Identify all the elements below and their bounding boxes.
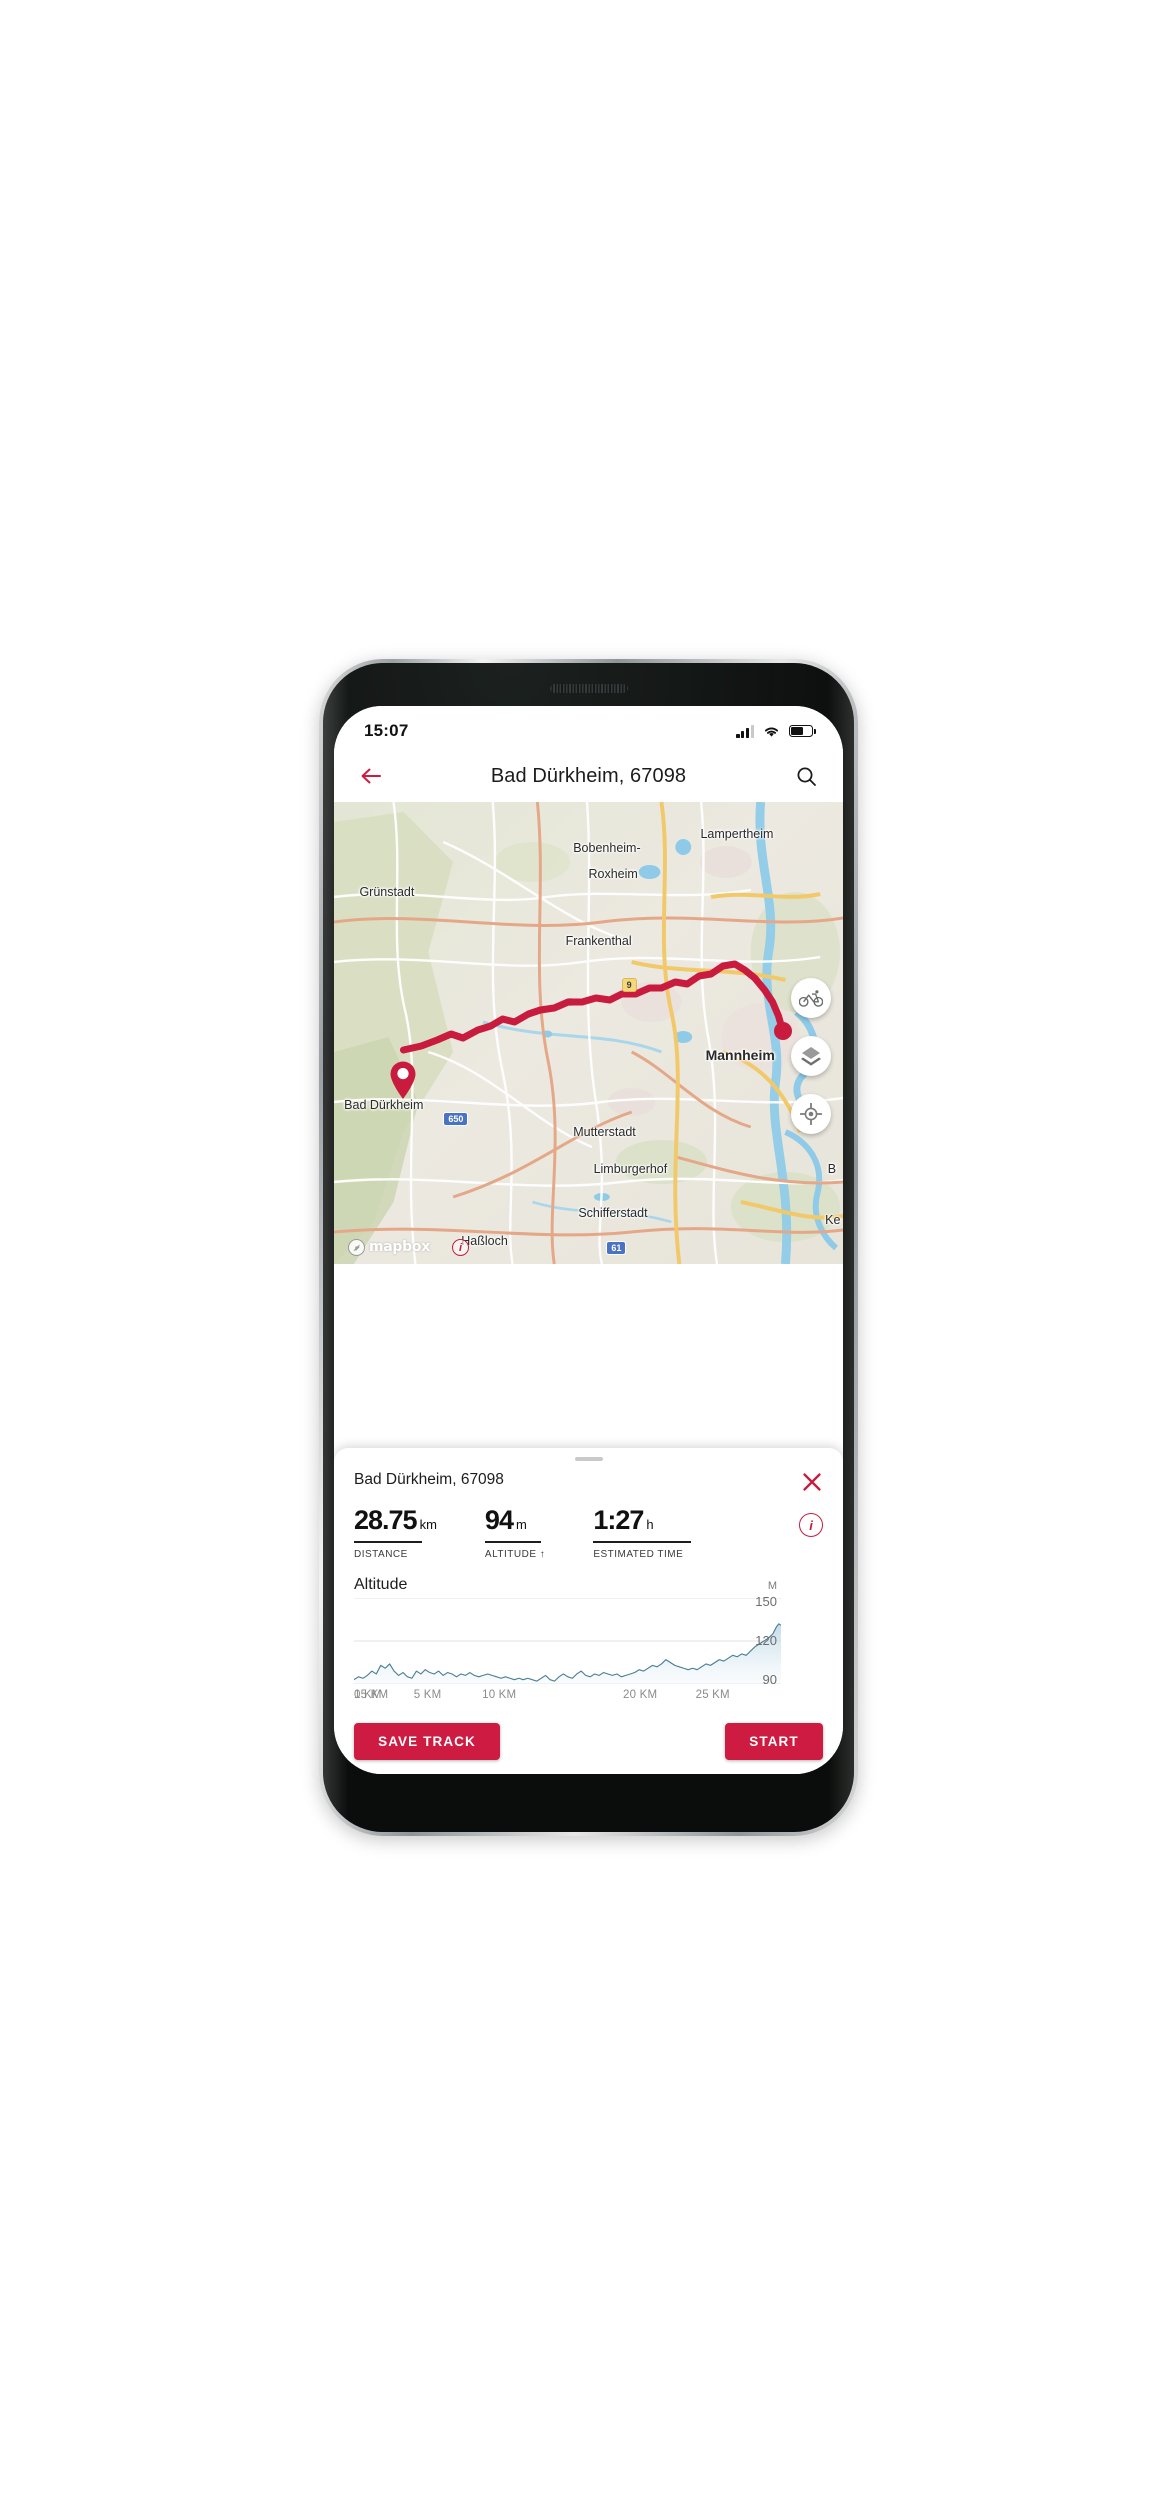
sheet-actions: SAVE TRACK START <box>354 1723 823 1774</box>
battery-icon <box>789 724 816 738</box>
status-bar-clock: 15:07 <box>364 721 409 740</box>
start-button[interactable]: START <box>725 1723 823 1760</box>
stat-number: 94 <box>484 1505 514 1536</box>
search-icon <box>797 767 816 786</box>
chart-x-tick: 15 KM <box>354 1689 389 1701</box>
route-detail-sheet: Bad Dürkheim, 67098 28.75 km DISTANCE 94 m <box>334 1447 843 1774</box>
status-bar-icons <box>736 724 816 738</box>
stat-unit: h <box>646 1517 654 1533</box>
phone-body: 15:07 Bad Dürkheim, 67098 Grünstadt Bobe… <box>323 663 854 1832</box>
crosshair-icon <box>800 1103 822 1125</box>
highway-shield: 650 <box>443 1111 469 1126</box>
arrow-left-icon <box>361 768 381 784</box>
stat-number: 28.75 <box>354 1505 418 1536</box>
stat-number: 1:27 <box>593 1505 644 1536</box>
mapbox-wordmark: mapbox <box>369 1239 430 1255</box>
map-layers-button[interactable] <box>791 1036 831 1076</box>
canvas: 15:07 Bad Dürkheim, 67098 Grünstadt Bobe… <box>0 0 1176 2500</box>
route-stats: 28.75km DISTANCE 94m ALTITUDE ↑ 1:27h <box>354 1507 823 1560</box>
stat-label: ESTIMATED TIME <box>593 1549 684 1560</box>
map-view[interactable]: Grünstadt Bobenheim- Roxheim Lampertheim… <box>334 802 843 1264</box>
stat-unit: km <box>419 1517 437 1533</box>
stat-label: ALTITUDE ↑ <box>484 1549 546 1560</box>
stat-distance: 28.75 km DISTANCE <box>354 1507 437 1560</box>
stat-altitude: 94 m ALTITUDE ↑ <box>484 1507 546 1560</box>
chart-y-tick: 120 <box>755 1633 777 1648</box>
chart-svg <box>354 1598 781 1684</box>
stat-unit: m <box>515 1517 527 1533</box>
cycling-mode-button[interactable] <box>791 978 831 1018</box>
save-track-button[interactable]: SAVE TRACK <box>354 1723 500 1760</box>
stat-label: DISTANCE <box>354 1549 408 1560</box>
drag-handle[interactable] <box>574 1456 603 1462</box>
route-info-button[interactable]: i <box>799 1513 823 1538</box>
stat-value: 94 m <box>485 1507 545 1534</box>
layers-icon <box>801 1047 821 1066</box>
sheet-header: Bad Dürkheim, 67098 <box>354 1471 823 1493</box>
locate-me-button[interactable] <box>791 1094 831 1134</box>
stat-underline <box>484 1541 541 1543</box>
map-info-button[interactable]: i <box>452 1239 469 1256</box>
chart-x-tick: 25 KM <box>695 1689 730 1701</box>
app-header: Bad Dürkheim, 67098 <box>334 750 843 802</box>
wifi-icon <box>764 727 779 737</box>
phone-device-frame: 15:07 Bad Dürkheim, 67098 Grünstadt Bobe… <box>319 659 858 1836</box>
status-bar: 15:07 <box>334 706 843 750</box>
chart-area-fill <box>354 1623 781 1684</box>
chart-y-tick: 90 <box>762 1672 777 1687</box>
chart-y-unit: M <box>767 1580 777 1592</box>
chart-y-tick: 150 <box>755 1594 777 1609</box>
stat-estimated-time: 1:27 h ESTIMATED TIME <box>593 1507 692 1560</box>
altitude-chart: Altitude M 150 120 90 0 KM 5 KM 10 KM 15… <box>354 1576 823 1705</box>
sheet-title: Bad Dürkheim, 67098 <box>354 1471 504 1489</box>
chart-title: Altitude <box>354 1576 408 1593</box>
stat-value: 28.75 km <box>354 1507 437 1534</box>
chart-y-axis: M 150 120 90 <box>741 1580 781 1687</box>
chart-x-tick: 20 KM <box>623 1689 658 1701</box>
earpiece-speaker <box>549 684 628 693</box>
chart-x-tick: 10 KM <box>482 1689 517 1701</box>
search-button[interactable] <box>789 759 823 793</box>
back-button[interactable] <box>354 759 388 793</box>
highway-shield: 9 <box>621 977 637 992</box>
map-dot-end[interactable] <box>773 1021 792 1040</box>
bicycle-icon <box>799 989 823 1007</box>
map-pin-start[interactable] <box>388 1060 418 1100</box>
chart-plot-area: M 150 120 90 <box>354 1580 781 1687</box>
chart-x-tick: 5 KM <box>413 1689 442 1701</box>
page-title: Bad Dürkheim, 67098 <box>490 764 687 787</box>
mapbox-logo-icon <box>348 1238 365 1256</box>
phone-screen: 15:07 Bad Dürkheim, 67098 Grünstadt Bobe… <box>334 706 843 1774</box>
signal-bars-icon <box>736 724 754 738</box>
mapbox-attribution[interactable]: mapbox <box>348 1238 430 1256</box>
stat-value: 1:27 h <box>593 1507 691 1534</box>
chart-x-axis: 0 KM 5 KM 10 KM 15 KM 20 KM 25 KM <box>354 1689 781 1705</box>
stat-underline <box>354 1541 422 1543</box>
map-canvas <box>334 802 843 1264</box>
stat-underline <box>593 1541 692 1543</box>
highway-shield: 61 <box>606 1240 627 1256</box>
close-button[interactable] <box>801 1471 823 1493</box>
